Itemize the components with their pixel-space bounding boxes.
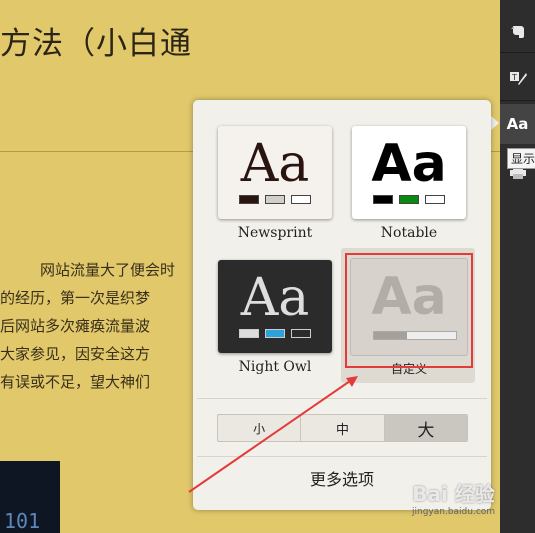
color-swatch	[265, 329, 285, 338]
highlight-button[interactable]: T	[500, 58, 535, 98]
format-label: Aa	[506, 115, 529, 133]
popup-divider	[197, 456, 487, 457]
format-button[interactable]: Aa	[500, 104, 535, 144]
watermark-logo: Bai 经验	[412, 482, 495, 506]
popup-divider	[197, 398, 487, 399]
article-line: 的经历，第一次是织梦	[0, 289, 151, 307]
theme-swatches	[352, 195, 466, 204]
theme-label: Newsprint	[237, 225, 313, 241]
color-swatch	[239, 329, 259, 338]
theme-preview-glyph: Aa	[371, 134, 447, 194]
watermark-url: jingyan.baidu.com	[412, 507, 496, 517]
format-tooltip: 显示	[507, 148, 535, 169]
font-size-large[interactable]: 大	[384, 415, 467, 441]
evernote-button[interactable]	[500, 12, 535, 52]
pen-text-icon: T	[509, 72, 527, 85]
popup-pointer	[490, 115, 499, 131]
article-line: 后网站多次瘫痪流量波	[0, 317, 151, 335]
article-line: 网站流量大了便会时	[40, 261, 176, 279]
color-swatch	[239, 195, 259, 204]
theme-swatches	[218, 329, 332, 338]
article-line: 有误或不足，望大神们	[0, 373, 151, 391]
color-swatch	[399, 195, 419, 204]
theme-label: Notable	[380, 225, 438, 241]
theme-swatches	[218, 195, 332, 204]
theme-card: Aa	[352, 126, 466, 219]
theme-label: Night Owl	[238, 359, 312, 375]
font-size-small[interactable]: 小	[218, 415, 302, 441]
article-title: 方法（小白通	[0, 26, 192, 62]
font-size-medium[interactable]: 中	[301, 415, 385, 441]
theme-card: Aa	[218, 260, 332, 353]
reader-toolbar: T Aa	[500, 0, 535, 533]
annotation-highlight-box	[345, 253, 473, 368]
color-swatch	[373, 195, 393, 204]
theme-card: Aa	[218, 126, 332, 219]
elephant-icon	[510, 26, 524, 38]
watermark: Bai 经验 jingyan.baidu.com	[412, 478, 495, 517]
theme-preview-glyph: Aa	[240, 134, 310, 194]
theme-preview-glyph: Aa	[240, 268, 310, 328]
color-swatch	[291, 329, 311, 338]
theme-newsprint[interactable]: Aa Newsprint	[218, 126, 332, 241]
article-body: 网站流量大了便会时 的经历，第一次是织梦 后网站多次瘫痪流量波 大家参见，因安全…	[0, 256, 190, 396]
svg-text:T: T	[511, 73, 517, 82]
article-image-text: 101	[4, 509, 41, 533]
color-swatch	[265, 195, 285, 204]
color-swatch	[291, 195, 311, 204]
color-swatch	[425, 195, 445, 204]
font-size-selector: 小 中 大	[217, 414, 468, 442]
theme-night-owl[interactable]: Aa Night Owl	[218, 260, 332, 375]
theme-notable[interactable]: Aa Notable	[352, 126, 466, 241]
article-line: 大家参见，因安全这方	[0, 345, 151, 363]
article-image: 101	[0, 461, 60, 533]
